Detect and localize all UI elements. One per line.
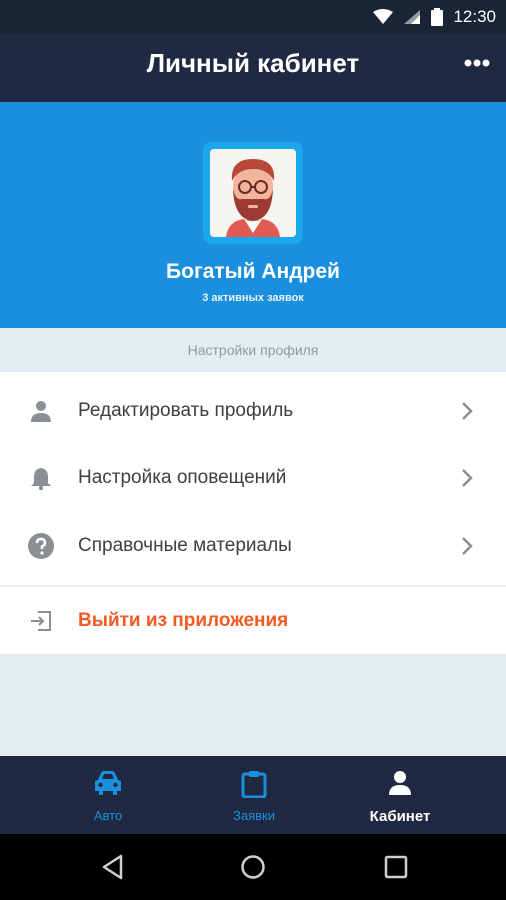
tab-auto[interactable]: Авто [24,756,192,834]
recents-square-icon [384,855,408,879]
menu-item-edit-profile[interactable]: Редактировать профиль [0,378,506,444]
more-button[interactable] [462,48,492,78]
menu-item-label: Редактировать профиль [78,400,294,421]
tab-label: Авто [93,808,123,823]
chevron-right-icon [462,402,473,420]
logout-button[interactable]: Выйти из приложения [0,588,506,654]
tab-cabinet[interactable]: Кабинет [316,756,484,834]
menu-item-notifications[interactable]: Настройка оповещений [0,445,506,511]
person-icon [389,771,411,795]
section-header: Настройки профиля [0,328,506,372]
tab-requests[interactable]: Заявки [170,756,338,834]
menu-item-label: Справочные материалы [78,535,292,556]
user-name: Богатый Андрей [166,260,340,283]
app-bar: Личный кабинет [0,34,506,102]
tab-label: Заявки [233,808,275,823]
tab-label: Кабинет [369,808,431,825]
status-time: 12:30 [453,7,496,26]
status-bar: 12:30 [0,0,506,34]
home-circle-icon [241,855,265,879]
menu-item-help[interactable]: Справочные материалы [0,513,506,579]
avatar-illustration [210,149,296,237]
bottom-nav: Авто Заявки Кабинет [0,756,506,834]
signal-icon [403,9,421,25]
home-button[interactable] [238,852,268,882]
more-dots-icon [464,59,490,67]
back-button[interactable] [98,852,128,882]
wifi-icon [373,9,394,25]
chevron-right-icon [462,537,473,555]
avatar[interactable] [203,142,303,244]
profile-header: Богатый Андрей 3 активных заявок [0,102,506,328]
divider [0,585,506,587]
settings-menu: Редактировать профиль Настройка оповещен… [0,372,506,654]
active-requests-count: 3 активных заявок [202,292,304,304]
help-icon [28,533,54,559]
exit-icon [28,608,54,634]
menu-item-label: Настройка оповещений [78,467,287,488]
car-icon [95,771,121,795]
battery-icon [431,8,444,26]
bell-icon [28,465,54,491]
clipboard-icon [241,771,267,798]
chevron-right-icon [462,469,473,487]
person-icon [28,398,54,424]
back-triangle-icon [102,854,123,880]
status-icons: 12:30 [373,0,496,34]
page-title: Личный кабинет [146,48,360,78]
system-nav-bar [0,834,506,900]
recents-button[interactable] [381,852,411,882]
logout-label: Выйти из приложения [78,610,289,631]
